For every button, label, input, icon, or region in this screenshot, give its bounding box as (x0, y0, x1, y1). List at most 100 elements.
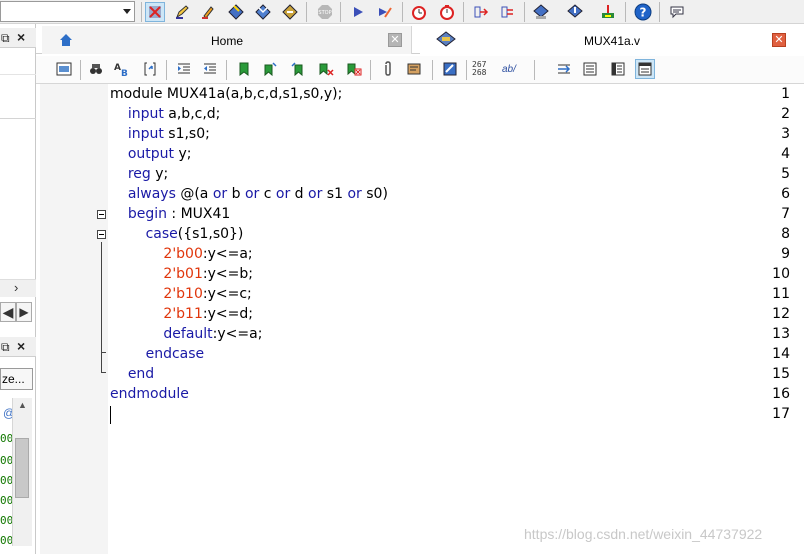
replace-icon[interactable]: AB (112, 59, 132, 79)
template-icon[interactable] (404, 59, 424, 79)
file-properties-icon[interactable] (54, 59, 74, 79)
run-icon[interactable] (348, 2, 368, 22)
scrollbar-thumb[interactable] (15, 438, 29, 498)
netlist-icon[interactable] (498, 2, 518, 22)
find-icon[interactable] (86, 59, 106, 79)
code-line[interactable]: endmodule (110, 386, 189, 402)
chevron-right-icon[interactable]: › (14, 280, 18, 295)
close-icon[interactable]: ✕ (388, 33, 402, 47)
hierarchy-select[interactable] (0, 1, 135, 22)
fold-toggle-begin[interactable] (97, 210, 106, 219)
toolbar-divider (524, 2, 525, 22)
bookmark-clear-icon[interactable] (316, 59, 336, 79)
pencil-icon[interactable] (172, 2, 192, 22)
paperclip-icon[interactable] (378, 59, 398, 79)
code-line[interactable]: case({s1,s0}) (110, 226, 244, 242)
compile-stop-icon[interactable] (145, 2, 165, 22)
view-mode-3-icon[interactable] (635, 59, 655, 79)
programmer-icon[interactable] (531, 2, 551, 22)
rtl-viewer-icon[interactable] (471, 2, 491, 22)
project-navigator-header: ⧉ × (0, 28, 36, 48)
code-line[interactable]: reg y; (110, 166, 168, 182)
divider (0, 74, 36, 75)
document-tab-bar: Home ✕ MUX41a.v ✕ (36, 26, 804, 54)
chevron-up-icon[interactable]: ▲ (18, 400, 27, 410)
line-number: 17 (772, 406, 790, 422)
edit-run-icon[interactable] (375, 2, 395, 22)
highlighter-icon[interactable] (198, 2, 218, 22)
tab-mux41a[interactable]: MUX41a.v ✕ (420, 26, 804, 54)
toolbar-divider (659, 2, 660, 22)
bookmark-prev-icon[interactable] (288, 59, 308, 79)
customize-button[interactable]: ze... (0, 368, 33, 390)
insert-arrow-icon[interactable] (554, 59, 574, 79)
line-number: 15 (772, 366, 790, 382)
counter-bottom: 268 (472, 68, 487, 77)
line-number: 7 (781, 206, 790, 222)
chip-planner-icon[interactable] (598, 2, 618, 22)
line-number: 6 (781, 186, 790, 202)
top-toolbar: STOP ? (0, 0, 804, 24)
synthesis-icon[interactable] (253, 2, 273, 22)
tasks-panel-header: ⧉ × (0, 337, 36, 357)
toolbar-divider (402, 2, 403, 22)
code-line[interactable]: begin : MUX41 (110, 206, 231, 222)
vertical-scrollbar[interactable]: ▲ (12, 398, 32, 546)
bookmark-clear-all-icon[interactable] (344, 59, 364, 79)
toolbar-divider (370, 60, 371, 80)
back-button[interactable]: ◀ (0, 302, 16, 322)
text-cursor (110, 406, 111, 424)
code-line[interactable]: 2'b10:y<=c; (110, 286, 251, 302)
code-line[interactable]: 2'b00:y<=a; (110, 246, 252, 262)
home-icon (60, 34, 72, 46)
view-mode-1-icon[interactable] (580, 59, 600, 79)
analysis-icon[interactable] (226, 2, 246, 22)
bookmark-toggle-icon[interactable] (234, 59, 254, 79)
close-icon[interactable]: ✕ (772, 33, 786, 47)
indent-icon[interactable] (174, 59, 194, 79)
timing-icon[interactable] (409, 2, 429, 22)
code-line[interactable]: default:y<=a; (110, 326, 262, 342)
restore-window-icon[interactable]: ⧉ (1, 31, 10, 46)
edit-mode-icon[interactable] (440, 59, 460, 79)
fold-toggle-case[interactable] (97, 230, 106, 239)
view-mode-2-icon[interactable] (608, 59, 628, 79)
close-icon[interactable]: × (17, 29, 25, 45)
forward-button[interactable]: ▶ (16, 302, 32, 322)
stop-icon[interactable]: STOP (315, 2, 335, 22)
horizontal-scrollbar[interactable]: › (0, 279, 36, 297)
code-line[interactable]: end (110, 366, 154, 382)
code-line[interactable]: 2'b01:y<=b; (110, 266, 253, 282)
svg-text:B: B (121, 69, 128, 77)
fold-guide-end (101, 352, 106, 353)
goto-icon[interactable] (140, 59, 160, 79)
bookmark-next-icon[interactable] (260, 59, 280, 79)
assembler-icon[interactable] (565, 2, 585, 22)
line-number: 9 (781, 246, 790, 262)
line-counter[interactable]: 267 268 (472, 61, 486, 77)
line-number: 14 (772, 346, 790, 362)
code-line[interactable]: endcase (110, 346, 205, 362)
restore-window-icon[interactable]: ⧉ (1, 340, 10, 355)
code-line[interactable]: output y; (110, 146, 192, 162)
fitter-icon[interactable] (280, 2, 300, 22)
verilog-file-icon (436, 31, 456, 47)
help-icon[interactable]: ? (633, 2, 653, 22)
code-editor[interactable]: 1 2 3 4 5 6 7 8 9 10 11 12 13 14 15 16 1… (36, 84, 804, 554)
timer-icon[interactable] (437, 2, 457, 22)
line-number: 12 (772, 306, 790, 322)
line-number: 1 (781, 86, 790, 102)
outdent-icon[interactable] (200, 59, 220, 79)
chat-icon[interactable] (667, 2, 687, 22)
code-line[interactable]: input s1,s0; (110, 126, 210, 142)
close-icon[interactable]: × (17, 338, 25, 354)
code-line[interactable]: 2'b11:y<=d; (110, 306, 253, 322)
code-line[interactable]: module MUX41a(a,b,c,d,s1,s0,y); (110, 86, 342, 102)
toolbar-divider (80, 60, 81, 80)
word-wrap-button[interactable]: ab/ (502, 64, 516, 75)
code-line[interactable]: input a,b,c,d; (110, 106, 221, 122)
tab-home[interactable]: Home ✕ (42, 26, 412, 54)
code-line[interactable]: always @(a or b or c or d or s1 or s0) (110, 186, 388, 202)
chevron-down-icon (123, 9, 131, 14)
triangle-right-icon: ▶ (19, 305, 29, 319)
